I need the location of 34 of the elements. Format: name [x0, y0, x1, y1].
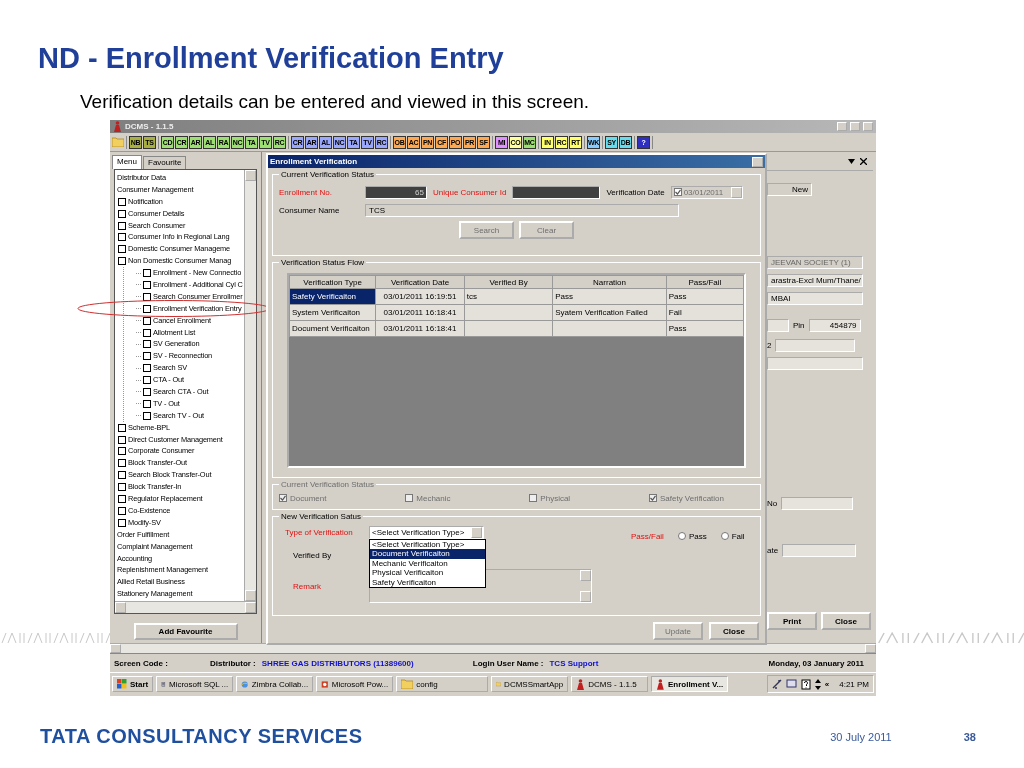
field-label: 2: [767, 341, 772, 350]
user-name: TCS Support: [549, 658, 600, 668]
group-title: Verification Status Flow: [280, 258, 366, 267]
status-date: Monday, 03 January 2011: [768, 658, 864, 668]
field-label: Pin: [793, 321, 805, 330]
page-number: 38: [963, 730, 976, 743]
field-label: ate: [767, 546, 779, 555]
status-label: Login User Name :: [472, 658, 544, 668]
field-label: Verified By: [293, 550, 332, 560]
city-field: MBAI: [767, 292, 863, 305]
distributor-name: SHREE GAS DISTRIBUTORS (11389600): [261, 658, 415, 668]
company-logo: TATA CONSULTANCY SERVICES: [40, 725, 364, 748]
field-label: Unique Consumer Id: [433, 187, 507, 197]
group-title: New Verification Satus: [280, 512, 363, 521]
window-title: DCMS - 1.1.5: [125, 122, 174, 131]
region-field: arastra-Excl Mum/Thane/: [767, 274, 863, 287]
slide-title: ND - Enrollment Verification Entry: [38, 41, 505, 76]
dialog-title: Enrollment Verification: [270, 157, 358, 166]
slide-subtitle: Verification details can be entered and viewed in this screen.: [80, 90, 591, 114]
field-label: Type of Verification: [285, 527, 353, 537]
field-label: Remark: [293, 581, 321, 591]
field-label: No: [767, 499, 778, 508]
group-title: Current Verification Status: [280, 480, 375, 489]
status-field: New: [767, 183, 812, 196]
field-label: Enrollment No.: [279, 187, 332, 197]
pin-field: 454879: [808, 319, 861, 332]
field-label: Pass/Fail: [631, 531, 664, 541]
group-title: Current Verification Status: [280, 170, 375, 179]
clock: 4:21 PM: [839, 679, 869, 689]
field-label: Verification Date: [606, 187, 665, 197]
field-label: Consumer Name: [279, 205, 340, 215]
slide-date: 30 July 2011: [830, 730, 892, 743]
status-label: Distributor :: [210, 658, 256, 668]
status-label: Screen Code :: [114, 658, 169, 668]
